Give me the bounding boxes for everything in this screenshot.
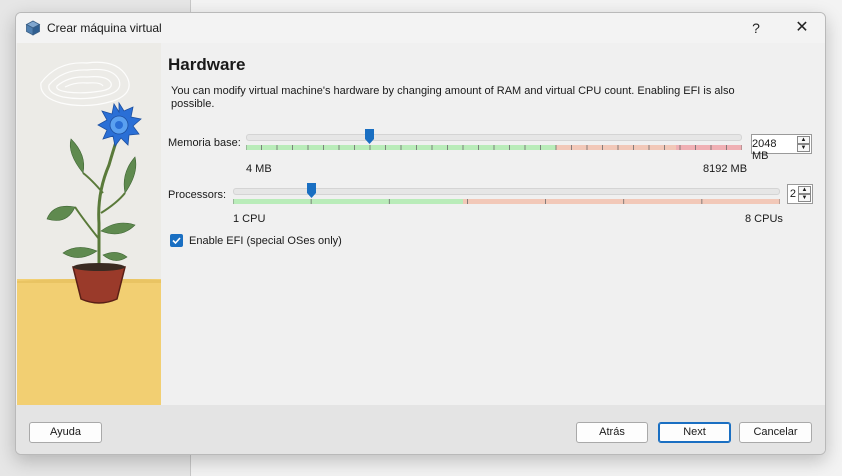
close-icon[interactable]: ✕ <box>779 13 825 43</box>
processors-min-label: 1 CPU <box>233 213 266 225</box>
title-bar: Crear máquina virtual ? ✕ <box>16 13 825 43</box>
hardware-page: Hardware You can modify virtual machine'… <box>168 43 818 405</box>
memory-scale <box>246 145 742 150</box>
window-title: Crear máquina virtual <box>47 21 162 35</box>
plant-illustration <box>17 43 161 405</box>
page-title: Hardware <box>168 55 246 74</box>
button-bar: Ayuda Atrás Next Cancelar <box>16 405 825 454</box>
memory-increase-icon[interactable]: ▲ <box>797 136 810 144</box>
virtualbox-cube-icon <box>25 20 41 36</box>
processors-slider[interactable] <box>233 183 780 207</box>
memory-slider-handle[interactable] <box>365 129 375 144</box>
memory-max-label: 8192 MB <box>703 163 748 175</box>
processors-decrease-icon[interactable]: ▼ <box>798 194 811 202</box>
back-button[interactable]: Atrás <box>576 422 648 443</box>
processors-value: 2 <box>789 188 796 200</box>
processors-scale <box>233 199 780 204</box>
processors-max-label: 8 CPUs <box>745 213 783 225</box>
wizard-body: Hardware You can modify virtual machine'… <box>16 43 825 405</box>
memory-min-label: 4 MB <box>246 163 272 175</box>
memory-label: Memoria base: <box>168 137 241 149</box>
next-button[interactable]: Next <box>658 422 731 443</box>
create-vm-dialog: Crear máquina virtual ? ✕ Hardware You c… <box>15 12 826 455</box>
efi-label[interactable]: Enable EFI (special OSes only) <box>189 235 342 247</box>
processors-increase-icon[interactable]: ▲ <box>798 186 811 194</box>
help-icon[interactable]: ? <box>733 13 779 43</box>
processors-stepper[interactable]: ▲ ▼ <box>798 186 811 202</box>
processors-spinbox[interactable]: 2 ▲ ▼ <box>787 184 813 204</box>
memory-slider[interactable] <box>246 129 742 153</box>
cancel-button[interactable]: Cancelar <box>739 422 812 443</box>
processors-slider-handle[interactable] <box>306 183 316 198</box>
processors-label: Processors: <box>168 189 227 201</box>
checkmark-icon <box>172 237 181 245</box>
memory-slider-track <box>246 134 742 141</box>
memory-stepper[interactable]: ▲ ▼ <box>797 136 810 152</box>
memory-spinbox[interactable]: 2048 MB ▲ ▼ <box>751 134 812 162</box>
efi-checkbox[interactable] <box>170 234 183 247</box>
memory-value: 2048 MB <box>752 138 777 162</box>
help-button[interactable]: Ayuda <box>29 422 102 443</box>
page-description: You can modify virtual machine's hardwar… <box>171 85 735 110</box>
memory-decrease-icon[interactable]: ▼ <box>797 144 810 152</box>
